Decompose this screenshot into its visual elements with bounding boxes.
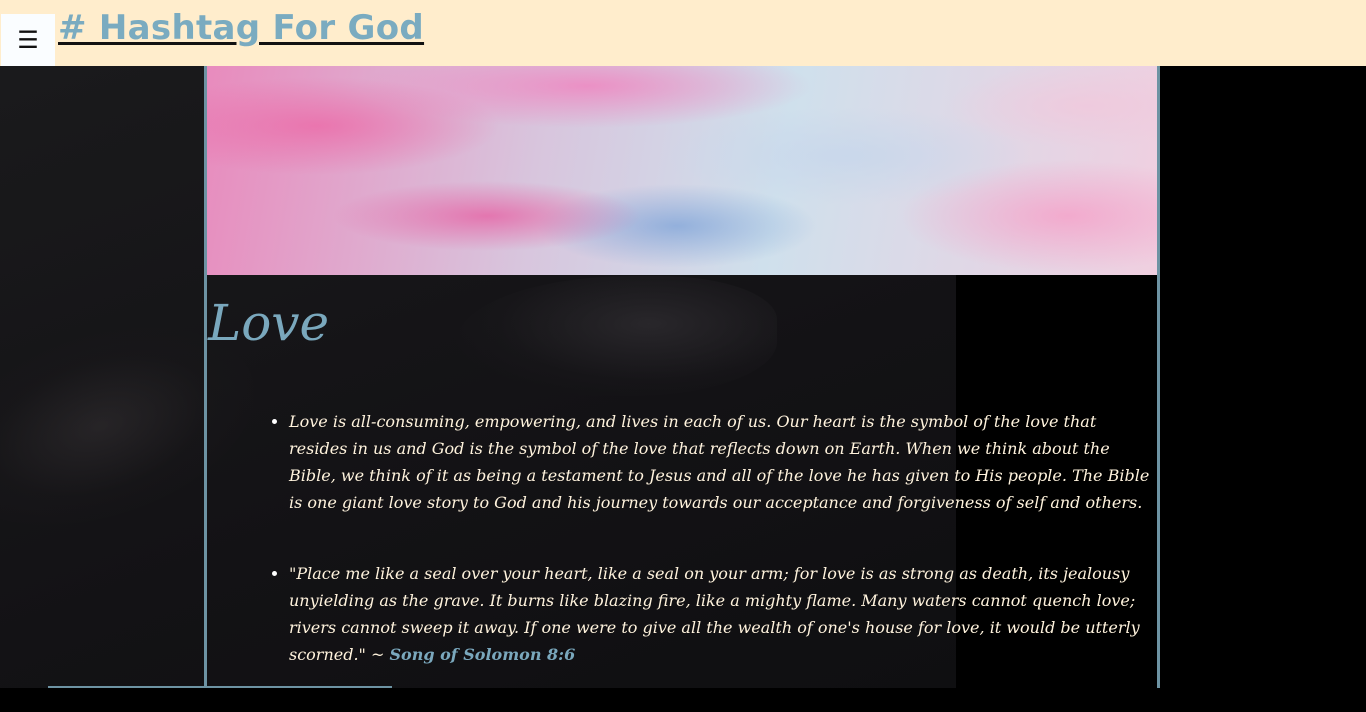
menu-button[interactable]: ☰ xyxy=(1,14,55,66)
site-title-link[interactable]: # Hashtag For God xyxy=(58,8,424,48)
page-title: Love xyxy=(208,294,330,352)
list-item-text: Love is all-consuming, empowering, and l… xyxy=(289,412,1150,512)
list-item: Love is all-consuming, empowering, and l… xyxy=(289,408,1159,516)
content-list: Love is all-consuming, empowering, and l… xyxy=(250,408,1159,712)
top-header: ☰ # Hashtag For God xyxy=(0,0,1366,66)
main-content: Love Love is all-consuming, empowering, … xyxy=(204,66,1160,688)
hand-image-shadow xyxy=(457,276,777,396)
list-item: "Place me like a seal over your heart, l… xyxy=(289,560,1159,668)
banner-image xyxy=(207,66,1157,275)
scripture-citation: Song of Solomon 8:6 xyxy=(389,645,576,664)
hamburger-menu-icon: ☰ xyxy=(17,26,39,54)
